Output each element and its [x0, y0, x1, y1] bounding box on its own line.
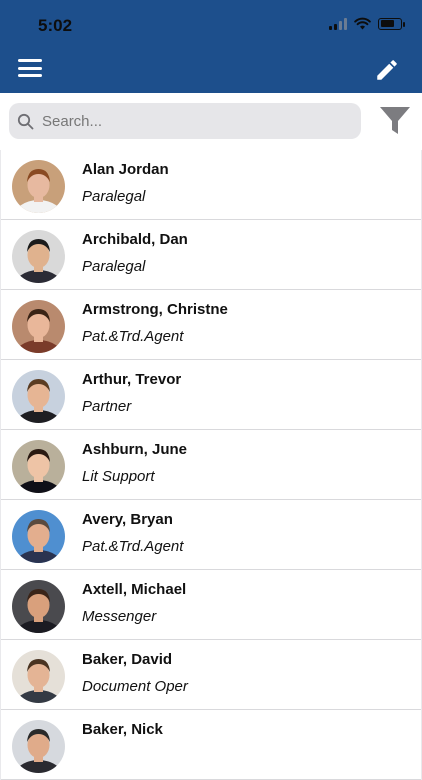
- cellular-signal-icon: [329, 17, 347, 30]
- contact-name: Alan Jordan: [82, 161, 169, 178]
- contact-row[interactable]: Axtell, Michael Messenger: [1, 570, 421, 640]
- wifi-icon: [354, 17, 371, 30]
- avatar: [12, 720, 65, 773]
- contact-row[interactable]: Armstrong, Christne Pat.&Trd.Agent: [1, 290, 421, 360]
- avatar: [12, 160, 65, 213]
- status-time: 5:02: [38, 16, 73, 35]
- search-box[interactable]: [9, 103, 361, 139]
- contact-row[interactable]: Archibald, Dan Paralegal: [1, 220, 421, 290]
- search-input[interactable]: [40, 111, 344, 131]
- contact-title: Paralegal: [82, 188, 146, 205]
- avatar: [12, 650, 65, 703]
- contact-row[interactable]: Alan Jordan Paralegal: [1, 150, 421, 220]
- contact-name: Baker, Nick: [82, 721, 163, 738]
- filter-button[interactable]: [378, 104, 412, 138]
- status-icons: [329, 17, 405, 30]
- menu-button[interactable]: [18, 59, 42, 77]
- avatar: [12, 580, 65, 633]
- search-icon: [17, 113, 34, 129]
- contact-name: Avery, Bryan: [82, 511, 173, 528]
- contact-title: Paralegal: [82, 258, 146, 275]
- contact-title: Partner: [82, 398, 132, 415]
- edit-button[interactable]: [374, 57, 400, 83]
- contact-list: Alan Jordan Paralegal Archibald, Dan Parale…: [0, 150, 422, 780]
- contact-row[interactable]: Baker, David Document Oper: [1, 640, 421, 710]
- avatar: [12, 370, 65, 423]
- contact-name: Axtell, Michael: [82, 581, 187, 598]
- contact-name: Arthur, Trevor: [82, 371, 182, 388]
- contact-title: Document Oper: [82, 678, 188, 695]
- contact-name: Baker, David: [82, 651, 173, 668]
- contact-title: Messenger: [82, 608, 157, 625]
- contact-row[interactable]: Ashburn, June Lit Support: [1, 430, 421, 500]
- contact-row[interactable]: Baker, Nick: [1, 710, 421, 780]
- contact-title: Pat.&Trd.Agent: [82, 328, 184, 345]
- battery-icon: [378, 17, 405, 30]
- avatar: [12, 300, 65, 353]
- contact-title: Pat.&Trd.Agent: [82, 538, 184, 555]
- contact-name: Armstrong, Christne: [82, 301, 228, 318]
- avatar: [12, 440, 65, 493]
- avatar: [12, 230, 65, 283]
- contact-row[interactable]: Avery, Bryan Pat.&Trd.Agent: [1, 500, 421, 570]
- app-header: 5:02: [0, 0, 422, 93]
- contact-row[interactable]: Arthur, Trevor Partner: [1, 360, 421, 430]
- search-bar-area: [0, 93, 422, 150]
- contact-name: Archibald, Dan: [82, 231, 188, 248]
- avatar: [12, 510, 65, 563]
- contact-name: Ashburn, June: [82, 441, 188, 458]
- contact-title: Lit Support: [82, 468, 155, 485]
